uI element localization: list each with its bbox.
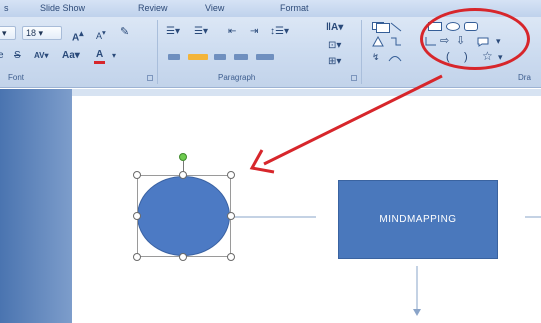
mindmapping-box[interactable]: MINDMAPPING <box>338 180 498 259</box>
resize-handle-right[interactable] <box>227 212 235 220</box>
resize-handle-top[interactable] <box>179 171 187 179</box>
rotate-handle-icon[interactable] <box>179 153 187 161</box>
resize-handle-bottom-right[interactable] <box>227 253 235 261</box>
selection-box <box>137 175 231 257</box>
resize-handle-top-left[interactable] <box>133 171 141 179</box>
mindmapping-box-label: MINDMAPPING <box>379 214 457 225</box>
resize-handle-bottom[interactable] <box>179 253 187 261</box>
resize-handle-top-right[interactable] <box>227 171 235 179</box>
resize-handle-left[interactable] <box>133 212 141 220</box>
connector-lines <box>231 216 541 316</box>
down-arrowhead-icon <box>413 309 421 316</box>
resize-handle-bottom-left[interactable] <box>133 253 141 261</box>
